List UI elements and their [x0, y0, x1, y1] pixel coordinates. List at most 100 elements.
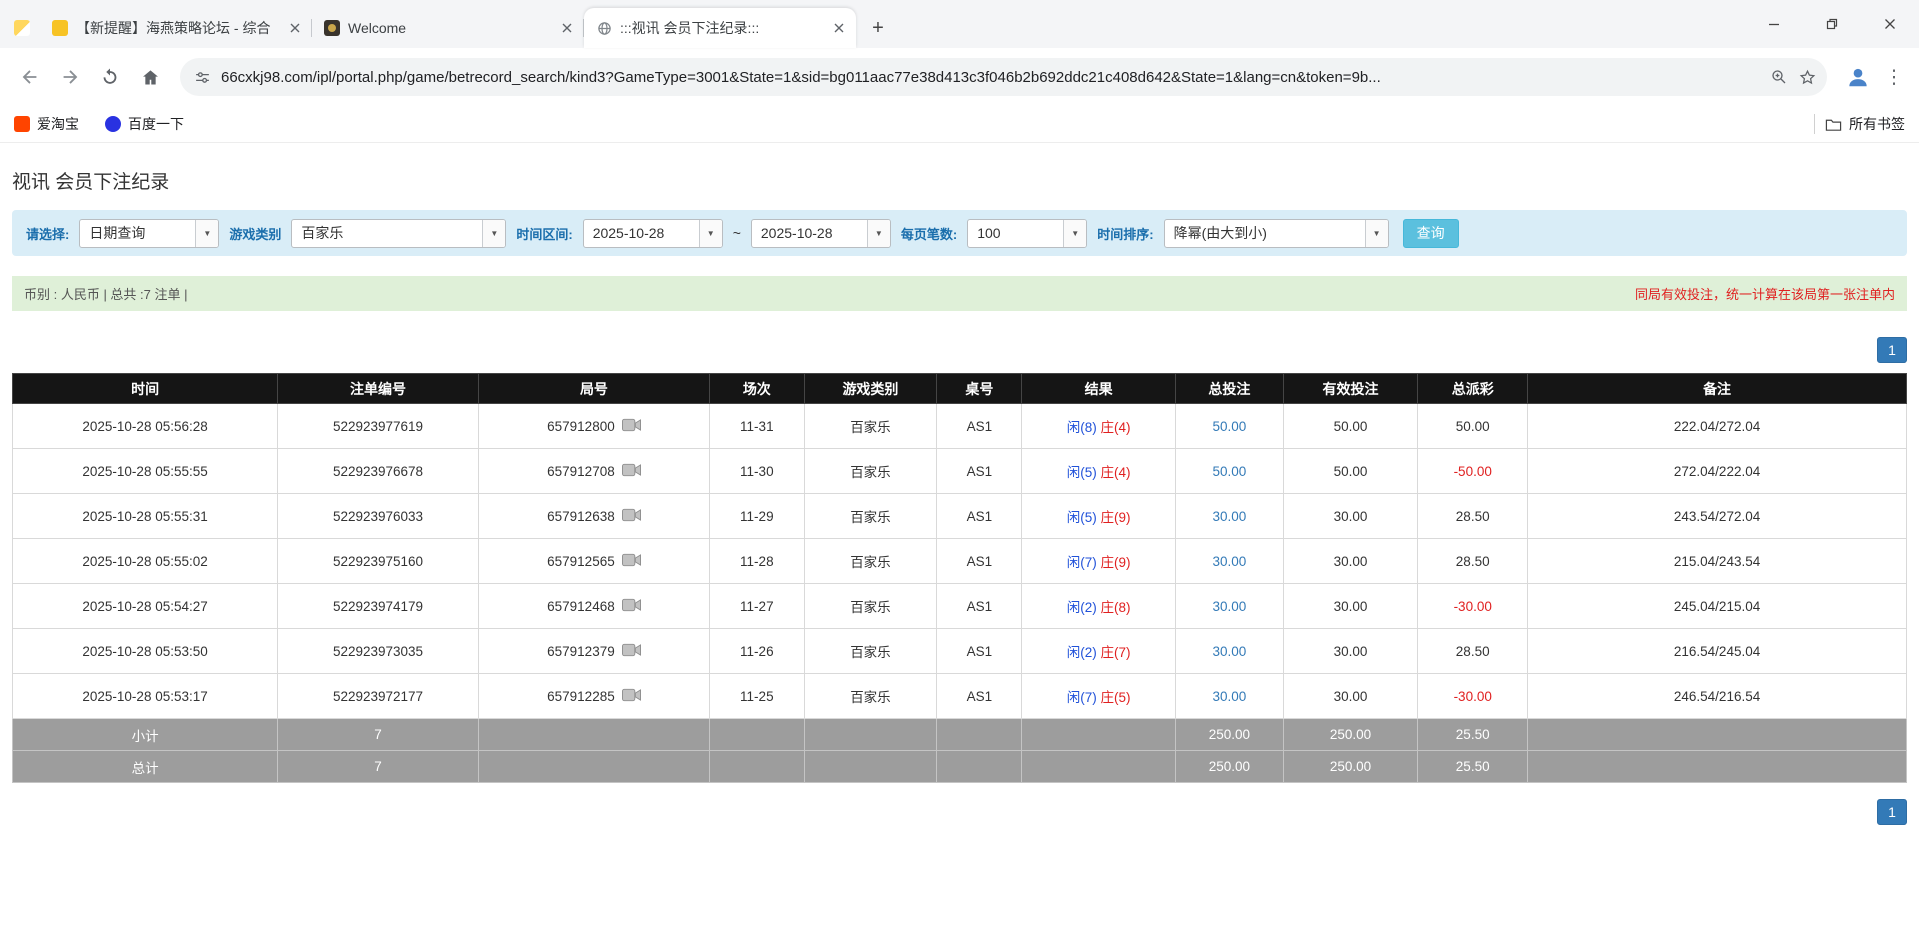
bookmark-star-icon[interactable]: [1798, 68, 1817, 87]
chevron-down-icon[interactable]: ▼: [699, 220, 722, 247]
tab-forum[interactable]: 【新提醒】海燕策略论坛 - 综合: [40, 8, 312, 48]
total-bet-link[interactable]: 30.00: [1212, 509, 1246, 524]
video-icon[interactable]: [622, 688, 641, 705]
game-cell: 百家乐: [804, 404, 937, 449]
chevron-down-icon[interactable]: ▼: [1063, 220, 1086, 247]
tab-title: Welcome: [348, 20, 550, 36]
table-no-cell: AS1: [937, 494, 1022, 539]
forward-icon[interactable]: [50, 57, 90, 97]
order-id-cell: 522923973035: [278, 629, 479, 674]
browser-menu-icon[interactable]: ⋮: [1879, 57, 1909, 97]
session-cell: 11-31: [709, 404, 804, 449]
video-icon[interactable]: [622, 508, 641, 525]
col-header-time: 时间: [13, 374, 278, 404]
time-cell: 2025-10-28 05:53:50: [13, 629, 278, 674]
date-to-select[interactable]: 2025-10-28 ▼: [751, 219, 891, 248]
session-cell: 11-27: [709, 584, 804, 629]
round-cell: 657912565: [478, 539, 709, 584]
home-icon[interactable]: [130, 57, 170, 97]
zoom-icon[interactable]: [1770, 68, 1788, 86]
col-header-valid-bet: 有效投注: [1283, 374, 1417, 404]
payout-cell: -50.00: [1418, 449, 1528, 494]
close-button[interactable]: [1861, 0, 1919, 48]
pagination-bottom: 1: [12, 799, 1907, 825]
order-id-cell: 522923976678: [278, 449, 479, 494]
total-bet-link[interactable]: 50.00: [1212, 464, 1246, 479]
table-row: 2025-10-28 05:54:27 522923974179 6579124…: [13, 584, 1907, 629]
new-tab-button[interactable]: +: [864, 14, 892, 42]
tab-close-icon[interactable]: [286, 19, 304, 37]
video-icon[interactable]: [622, 598, 641, 615]
profile-avatar[interactable]: [1841, 60, 1875, 94]
total-valid-bet: 250.00: [1283, 751, 1417, 783]
site-settings-icon[interactable]: [194, 69, 211, 86]
video-icon[interactable]: [622, 643, 641, 660]
total-bet-link[interactable]: 50.00: [1212, 419, 1246, 434]
game-cell: 百家乐: [804, 674, 937, 719]
table-row: 2025-10-28 05:56:28 522923977619 6579128…: [13, 404, 1907, 449]
chevron-down-icon[interactable]: ▼: [482, 220, 505, 247]
video-icon[interactable]: [622, 418, 641, 435]
date-from-select[interactable]: 2025-10-28 ▼: [583, 219, 723, 248]
sort-label: 时间排序:: [1097, 224, 1153, 243]
tab-close-icon[interactable]: [830, 19, 848, 37]
filter-bar: 请选择: 日期查询 ▼ 游戏类别 百家乐 ▼ 时间区间: 2025-10-28 …: [12, 210, 1907, 256]
globe-favicon-icon: [596, 20, 612, 36]
reload-icon[interactable]: [90, 57, 130, 97]
query-type-select[interactable]: 日期查询 ▼: [79, 219, 219, 248]
video-icon[interactable]: [622, 463, 641, 480]
payout-cell: 28.50: [1418, 539, 1528, 584]
session-cell: 11-30: [709, 449, 804, 494]
round-cell: 657912708: [478, 449, 709, 494]
time-cell: 2025-10-28 05:55:31: [13, 494, 278, 539]
total-bet-cell: 30.00: [1175, 584, 1283, 629]
total-bet-link[interactable]: 30.00: [1212, 644, 1246, 659]
browser-toolbar: 66cxkj98.com/ipl/portal.php/game/betreco…: [0, 48, 1919, 106]
video-icon[interactable]: [622, 553, 641, 570]
folder-icon: [1825, 117, 1842, 132]
session-cell: 11-29: [709, 494, 804, 539]
table-row: 2025-10-28 05:53:50 522923973035 6579123…: [13, 629, 1907, 674]
all-bookmarks-button[interactable]: 所有书签: [1825, 114, 1905, 134]
window-controls: [1745, 0, 1919, 48]
total-bet-link[interactable]: 30.00: [1212, 599, 1246, 614]
page-number-button[interactable]: 1: [1877, 337, 1907, 363]
time-range-label: 时间区间:: [516, 224, 572, 243]
back-icon[interactable]: [10, 57, 50, 97]
chevron-down-icon[interactable]: ▼: [1365, 220, 1388, 247]
bookmark-aitaobao[interactable]: 爱淘宝: [14, 114, 79, 134]
total-bet-link[interactable]: 30.00: [1212, 689, 1246, 704]
note-cell: 243.54/272.04: [1528, 494, 1907, 539]
range-separator: ~: [733, 225, 741, 241]
game-cell: 百家乐: [804, 449, 937, 494]
total-bet-link[interactable]: 30.00: [1212, 554, 1246, 569]
bookmark-baidu[interactable]: 百度一下: [105, 114, 184, 134]
url-bar[interactable]: 66cxkj98.com/ipl/portal.php/game/betreco…: [180, 58, 1827, 96]
round-cell: 657912468: [478, 584, 709, 629]
subtotal-total-bet: 250.00: [1175, 719, 1283, 751]
search-button[interactable]: 查询: [1403, 219, 1459, 248]
per-page-select[interactable]: 100 ▼: [967, 219, 1087, 248]
per-page-value: 100: [968, 225, 1063, 241]
subtotal-row: 小计 7 250.00 250.00 25.50: [13, 719, 1907, 751]
tab-bet-records[interactable]: :::视讯 会员下注纪录:::: [584, 8, 856, 48]
summary-bar: 币别 : 人民币 | 总共 :7 注单 | 同局有效投注，统一计算在该局第一张注…: [12, 276, 1907, 311]
game-type-select[interactable]: 百家乐 ▼: [291, 219, 506, 248]
sort-select[interactable]: 降幂(由大到小) ▼: [1164, 219, 1389, 248]
order-id-cell: 522923976033: [278, 494, 479, 539]
chevron-down-icon[interactable]: ▼: [867, 220, 890, 247]
game-cell: 百家乐: [804, 539, 937, 584]
note-cell: 222.04/272.04: [1528, 404, 1907, 449]
tab-close-icon[interactable]: [558, 19, 576, 37]
chevron-down-icon[interactable]: ▼: [195, 220, 218, 247]
url-text[interactable]: 66cxkj98.com/ipl/portal.php/game/betreco…: [221, 69, 1760, 86]
col-header-session: 场次: [709, 374, 804, 404]
total-total-bet: 250.00: [1175, 751, 1283, 783]
page-number-button[interactable]: 1: [1877, 799, 1907, 825]
session-cell: 11-25: [709, 674, 804, 719]
total-payout: 25.50: [1418, 751, 1528, 783]
restore-button[interactable]: [1803, 0, 1861, 48]
minimize-button[interactable]: [1745, 0, 1803, 48]
tab-welcome[interactable]: Welcome: [312, 8, 584, 48]
result-cell: 闲(2) 庄(8): [1022, 584, 1175, 629]
